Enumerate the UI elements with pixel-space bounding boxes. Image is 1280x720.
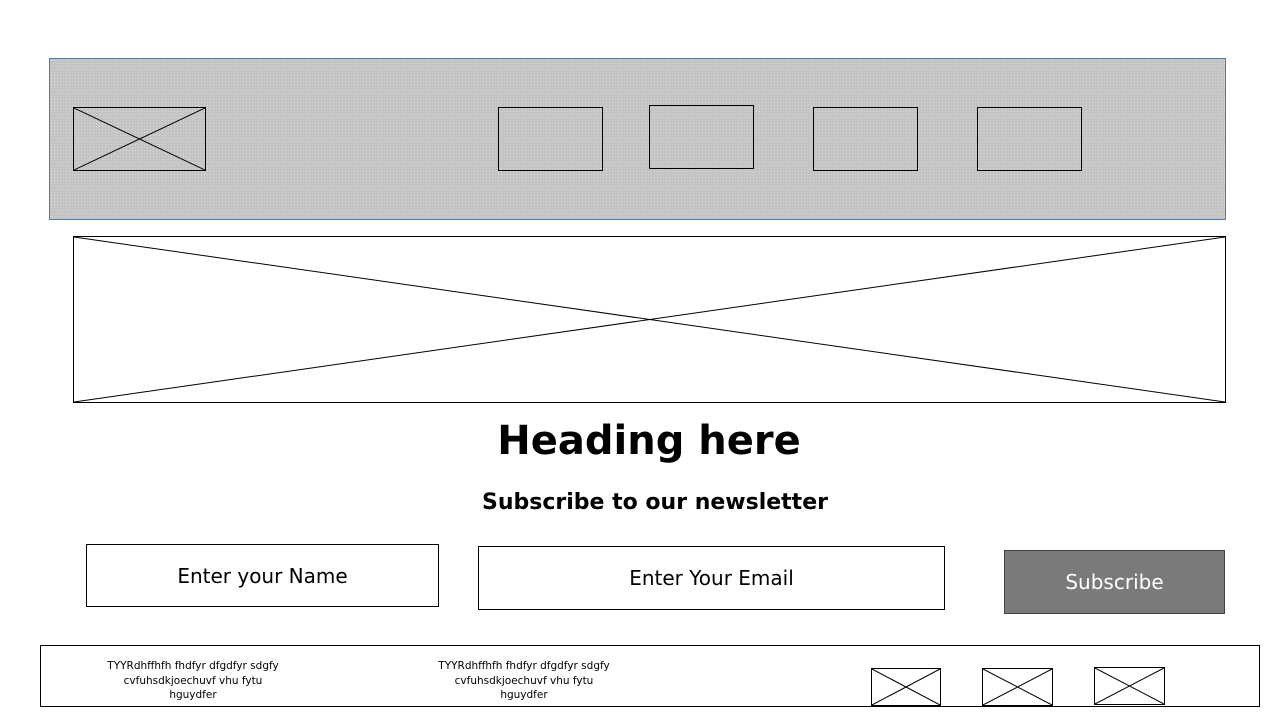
nav-item-1[interactable]: [498, 107, 603, 171]
nav-item-2[interactable]: [649, 105, 754, 169]
footer-text-column-2: TYYRdhffhfh fhdfyr dfgdfyr sdgfy cvfuhsd…: [438, 660, 610, 701]
email-input[interactable]: [478, 546, 945, 610]
subscribe-button[interactable]: Subscribe: [1004, 550, 1225, 614]
footer-text-column-1: TYYRdhffhfh fhdfyr dfgdfyr sdgfy cvfuhsd…: [107, 660, 279, 701]
nav-item-3[interactable]: [813, 107, 918, 171]
page-heading: Heading here: [497, 418, 801, 464]
social-icon-placeholder-2[interactable]: [982, 668, 1053, 706]
hero-banner-image-placeholder: [73, 236, 1226, 403]
social-icon-placeholder-3[interactable]: [1094, 667, 1165, 705]
nav-item-4[interactable]: [977, 107, 1082, 171]
social-icon-placeholder-1[interactable]: [871, 668, 941, 706]
name-input[interactable]: [86, 544, 439, 607]
header-nav-bar: [49, 58, 1226, 220]
logo-image-placeholder[interactable]: [73, 107, 206, 171]
subscribe-button-label: Subscribe: [1065, 570, 1164, 594]
newsletter-subheading: Subscribe to our newsletter: [482, 490, 828, 515]
footer: TYYRdhffhfh fhdfyr dfgdfyr sdgfy cvfuhsd…: [40, 645, 1260, 707]
